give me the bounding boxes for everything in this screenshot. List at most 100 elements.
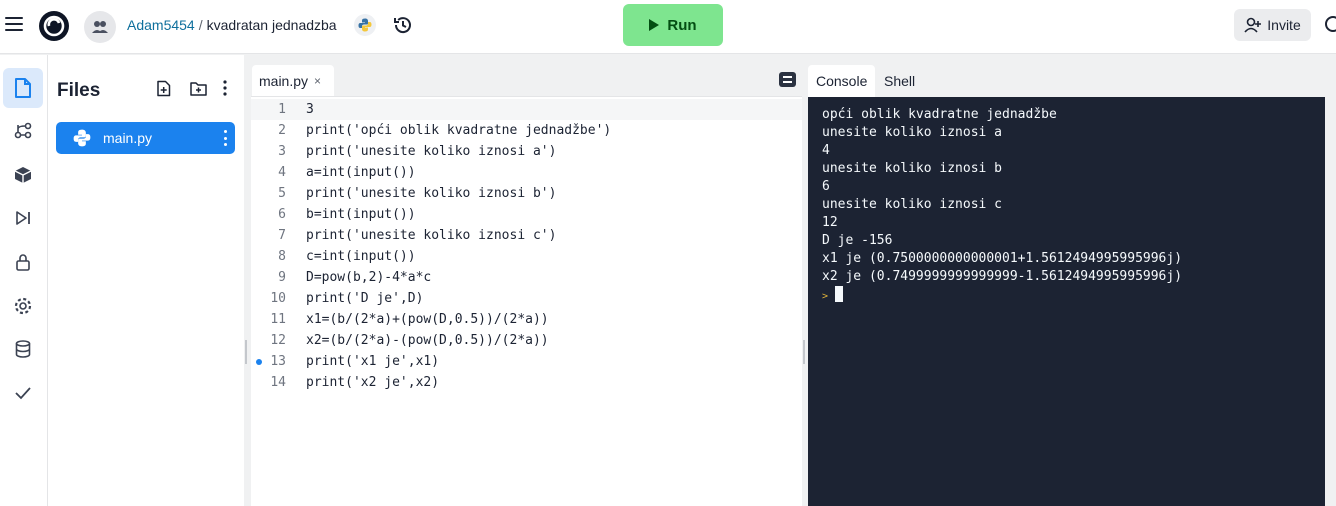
text-cursor (835, 286, 844, 302)
console-line: 6 (822, 179, 830, 194)
tool-rail (0, 55, 48, 506)
settings-gear-icon[interactable] (3, 286, 43, 326)
layout-toggle-icon[interactable] (779, 72, 796, 87)
code-line[interactable]: 4 a=int(input()) (251, 162, 802, 183)
run-label: Run (667, 16, 697, 34)
code-line[interactable]: 11 x1=(b/(2*a)+(pow(D,0.5))/(2*a)) (251, 309, 802, 330)
python-icon (354, 14, 376, 36)
new-folder-icon[interactable] (189, 79, 207, 97)
console-prompt-line[interactable]: > (822, 286, 844, 304)
code-line[interactable]: 13 (251, 99, 802, 120)
code-line[interactable]: 14 print('x2 je',x2) (251, 372, 802, 393)
database-icon[interactable] (3, 329, 43, 369)
code-text: x2=(b/(2*a)-(pow(D,0.5))/(2*a)) (306, 333, 549, 348)
git-branch-icon[interactable] (3, 111, 43, 151)
editor-tab-bar: main.py × (250, 55, 802, 96)
code-line[interactable]: 12 x2=(b/(2*a)-(pow(D,0.5))/(2*a)) (251, 330, 802, 351)
files-panel: Files main.py (48, 55, 244, 506)
line-number: 4 (278, 165, 286, 180)
debugger-icon[interactable] (3, 198, 43, 238)
close-icon[interactable]: × (314, 74, 321, 88)
new-file-icon[interactable] (155, 79, 173, 97)
line-number: 6 (278, 207, 286, 222)
code-line[interactable]: 9 D=pow(b,2)-4*a*c (251, 267, 802, 288)
code-text: 3 (306, 102, 314, 117)
code-line[interactable]: 7 print('unesite koliko iznosi c') (251, 225, 802, 246)
console-line: unesite koliko iznosi c (822, 197, 1003, 212)
code-text: print('opći oblik kvadratne jednadžbe') (306, 123, 612, 138)
breadcrumb: Adam5454/kvadratan jednadzba (127, 17, 337, 33)
packages-icon[interactable] (3, 155, 43, 195)
line-number: 12 (270, 333, 286, 348)
code-line[interactable]: 13 print('x1 je',x1) (251, 351, 802, 372)
console-line: x2 je (0.7499999999999999-1.561249499599… (822, 269, 1183, 284)
console-line: D je -156 (822, 233, 893, 248)
code-text: print('unesite koliko iznosi c') (306, 228, 557, 243)
code-text: print('unesite koliko iznosi a') (306, 144, 557, 159)
play-icon (649, 19, 660, 31)
line-number: 11 (270, 312, 286, 327)
files-title: Files (57, 80, 101, 101)
code-line[interactable]: 8 c=int(input()) (251, 246, 802, 267)
top-bar: Adam5454/kvadratan jednadzba Run Invite (0, 0, 1336, 54)
username-link[interactable]: Adam5454 (127, 17, 195, 33)
tab-label: main.py (259, 72, 309, 89)
code-text: D=pow(b,2)-4*a*c (306, 270, 432, 285)
files-tool-icon[interactable] (3, 68, 43, 108)
prompt-icon: > (822, 291, 829, 302)
code-line[interactable]: 6 b=int(input()) (251, 204, 802, 225)
console-output[interactable]: opći oblik kvadratne jednadžbe unesite ko… (808, 97, 1336, 506)
modified-line-dot (256, 359, 262, 365)
secrets-lock-icon[interactable] (3, 242, 43, 282)
console-line: x1 je (0.7500000000000001+1.561249499599… (822, 251, 1183, 266)
hamburger-icon[interactable] (5, 17, 23, 31)
line-number: 2 (278, 123, 286, 138)
line-number: 3 (278, 144, 286, 159)
line-number: 1 (278, 102, 286, 117)
file-item-main-py[interactable]: main.py (56, 122, 235, 154)
console-line: opći oblik kvadratne jednadžbe (822, 107, 1057, 122)
python-file-icon (73, 129, 91, 147)
code-line[interactable]: 3 print('unesite koliko iznosi a') (251, 141, 802, 162)
code-text: print('unesite koliko iznosi b') (306, 186, 557, 201)
code-text: print('D je',D) (306, 291, 424, 306)
code-text: a=int(input()) (306, 165, 416, 180)
history-icon[interactable] (392, 14, 414, 36)
checkmark-icon[interactable] (3, 373, 43, 413)
console-line: unesite koliko iznosi b (822, 161, 1003, 176)
scrollbar[interactable] (1325, 62, 1336, 506)
code-text: x1=(b/(2*a)+(pow(D,0.5))/(2*a)) (306, 312, 549, 327)
line-number: 7 (278, 228, 286, 243)
console-tab-bar: Console Shell (808, 55, 1336, 97)
line-number: 8 (278, 249, 286, 264)
tab-main-py[interactable]: main.py × (252, 65, 334, 96)
code-text: print('x2 je',x2) (306, 375, 440, 390)
file-more-icon[interactable] (224, 130, 228, 146)
run-button[interactable]: Run (623, 4, 723, 46)
invite-button[interactable]: Invite (1234, 9, 1311, 41)
editor-resize-handle[interactable] (803, 340, 805, 364)
console-line: 4 (822, 143, 830, 158)
panel-resize-handle[interactable] (245, 340, 247, 364)
code-text: c=int(input()) (306, 249, 416, 264)
line-number: 10 (270, 291, 286, 306)
breadcrumb-separator: / (198, 17, 203, 33)
tab-console[interactable]: Console (808, 65, 876, 97)
code-editor[interactable]: 1 3 2 print('opći oblik kvadratne jednadžbe… (251, 96, 802, 506)
profile-icon[interactable] (1325, 16, 1336, 32)
line-number: 14 (270, 375, 286, 390)
code-line[interactable]: 2 print('opći oblik kvadratne jednadžbe') (251, 120, 802, 141)
user-avatar-icon[interactable] (84, 11, 116, 43)
code-text: b=int(input()) (306, 207, 416, 222)
code-line[interactable]: 5 print('unesite koliko iznosi b') (251, 183, 802, 204)
files-more-icon[interactable] (216, 79, 234, 97)
code-line[interactable]: 10 print('D je',D) (251, 288, 802, 309)
invite-label: Invite (1267, 17, 1301, 33)
add-user-icon (1244, 17, 1262, 33)
tab-shell[interactable]: Shell (884, 65, 915, 97)
line-number: 9 (278, 270, 286, 285)
repl-name[interactable]: kvadratan jednadzba (207, 17, 337, 33)
file-name: main.py (103, 130, 153, 146)
replit-logo-icon[interactable] (38, 10, 70, 42)
console-line: unesite koliko iznosi a (822, 125, 1003, 140)
